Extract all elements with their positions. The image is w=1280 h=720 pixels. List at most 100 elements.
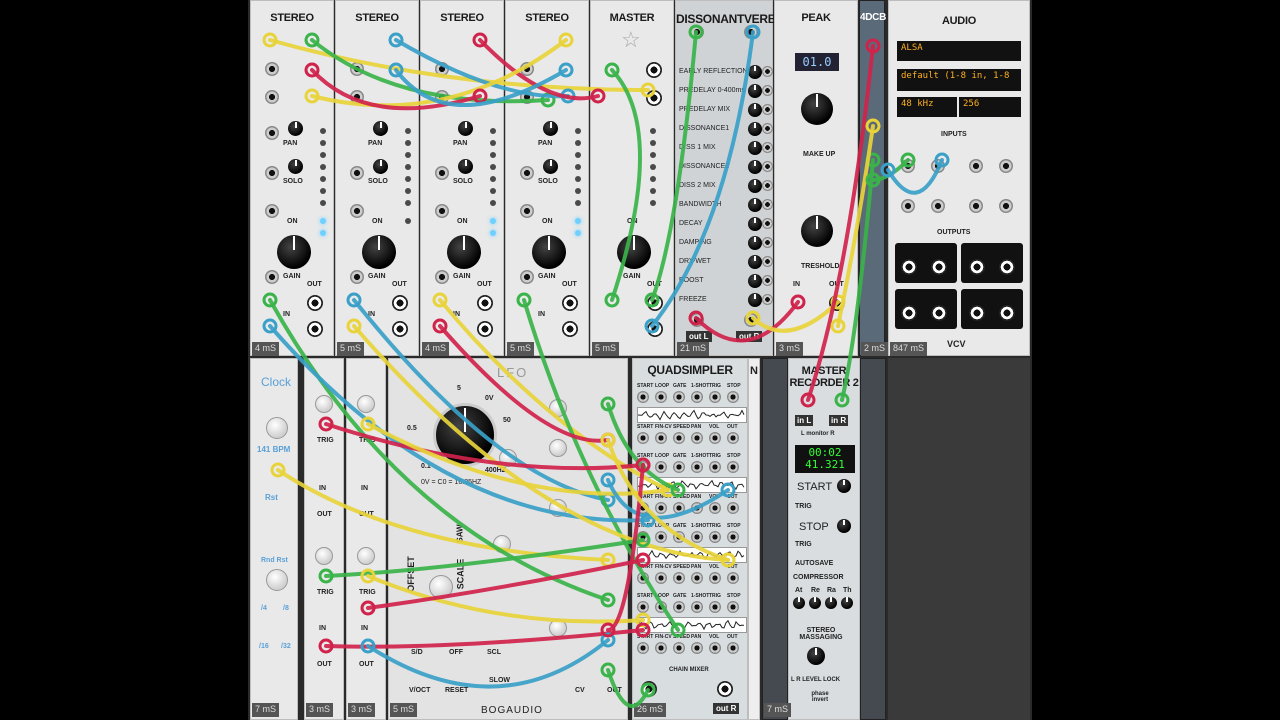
reverb-cv-jack[interactable] xyxy=(762,218,773,229)
slot-jack[interactable] xyxy=(673,601,685,613)
output-jack[interactable] xyxy=(562,295,578,311)
input-jack[interactable] xyxy=(350,204,364,218)
stop-button[interactable] xyxy=(837,519,851,533)
sample-rate-display[interactable]: 48 kHz xyxy=(897,97,957,117)
gain-knob[interactable] xyxy=(362,235,396,269)
output-jack[interactable] xyxy=(307,321,323,337)
slot-jack[interactable] xyxy=(727,432,739,444)
input-jack[interactable] xyxy=(999,199,1013,213)
device-display[interactable]: default (1-8 in, 1-8 xyxy=(897,69,1021,91)
reverb-cv-jack[interactable] xyxy=(762,275,773,286)
output-jack[interactable] xyxy=(646,62,662,78)
slot-jack[interactable] xyxy=(727,531,739,543)
output-jack[interactable] xyxy=(901,259,917,275)
input-jack[interactable] xyxy=(265,126,279,140)
slot-jack[interactable] xyxy=(691,461,703,473)
input-jack[interactable] xyxy=(520,204,534,218)
pan-knob[interactable] xyxy=(373,121,388,136)
slot-jack[interactable] xyxy=(673,391,685,403)
slot-jack[interactable] xyxy=(691,642,703,654)
slot-jack[interactable] xyxy=(691,502,703,514)
output-jack[interactable] xyxy=(969,259,985,275)
reverb-cv-jack[interactable] xyxy=(762,85,773,96)
output-jack[interactable] xyxy=(901,305,917,321)
reverb-param-knob[interactable] xyxy=(748,179,762,193)
out-r-jack[interactable] xyxy=(717,681,733,697)
cv-knob[interactable] xyxy=(549,399,567,417)
output-jack[interactable] xyxy=(931,305,947,321)
slot-jack[interactable] xyxy=(637,502,649,514)
slot-jack[interactable] xyxy=(673,531,685,543)
slot-jack[interactable] xyxy=(637,531,649,543)
slot-jack[interactable] xyxy=(673,502,685,514)
reverb-param-knob[interactable] xyxy=(748,65,762,79)
input-jack[interactable] xyxy=(520,62,534,76)
reverb-param-knob[interactable] xyxy=(748,198,762,212)
slot-jack[interactable] xyxy=(637,391,649,403)
cv-knob[interactable] xyxy=(549,619,567,637)
reverb-cv-jack[interactable] xyxy=(762,294,773,305)
slot-jack[interactable] xyxy=(655,391,667,403)
start-button[interactable] xyxy=(837,479,851,493)
slot-jack[interactable] xyxy=(691,601,703,613)
input-jack[interactable] xyxy=(520,270,534,284)
input-jack[interactable] xyxy=(435,270,449,284)
slot-jack[interactable] xyxy=(655,601,667,613)
slot-jack[interactable] xyxy=(655,531,667,543)
slot-jack[interactable] xyxy=(709,572,721,584)
input-jack[interactable] xyxy=(435,90,449,104)
pan-knob[interactable] xyxy=(458,121,473,136)
slot-jack[interactable] xyxy=(709,502,721,514)
gain-knob[interactable] xyxy=(532,235,566,269)
slot-jack[interactable] xyxy=(727,502,739,514)
slot-jack[interactable] xyxy=(727,461,739,473)
trig-button[interactable] xyxy=(357,547,375,565)
output-jack[interactable] xyxy=(646,90,662,106)
input-jack[interactable] xyxy=(520,90,534,104)
slot-jack[interactable] xyxy=(655,432,667,444)
reverb-cv-jack[interactable] xyxy=(762,123,773,134)
in-l-jack[interactable] xyxy=(690,25,704,39)
in-r-jack[interactable] xyxy=(744,25,758,39)
solo-button[interactable] xyxy=(373,159,388,174)
slot-jack[interactable] xyxy=(691,432,703,444)
input-jack[interactable] xyxy=(350,90,364,104)
reverb-cv-jack[interactable] xyxy=(762,161,773,172)
slot-jack[interactable] xyxy=(673,642,685,654)
trig-button[interactable] xyxy=(357,395,375,413)
frequency-knob[interactable] xyxy=(433,403,497,467)
driver-display[interactable]: ALSA xyxy=(897,41,1021,61)
input-jack[interactable] xyxy=(901,199,915,213)
slot-jack[interactable] xyxy=(637,432,649,444)
gain-knob[interactable] xyxy=(447,235,481,269)
input-jack[interactable] xyxy=(265,90,279,104)
input-jack[interactable] xyxy=(350,62,364,76)
slot-jack[interactable] xyxy=(727,642,739,654)
input-jack[interactable] xyxy=(435,166,449,180)
gain-knob[interactable] xyxy=(277,235,311,269)
input-jack[interactable] xyxy=(435,62,449,76)
out-l-jack[interactable] xyxy=(641,681,657,697)
output-jack[interactable] xyxy=(477,295,493,311)
slot-jack[interactable] xyxy=(637,461,649,473)
slot-jack[interactable] xyxy=(709,461,721,473)
reverb-param-knob[interactable] xyxy=(748,217,762,231)
reverb-param-knob[interactable] xyxy=(748,293,762,307)
slot-jack[interactable] xyxy=(691,531,703,543)
slot-jack[interactable] xyxy=(637,642,649,654)
slot-jack[interactable] xyxy=(673,572,685,584)
offset-knob[interactable] xyxy=(429,575,453,599)
output-jack[interactable] xyxy=(392,295,408,311)
reverb-cv-jack[interactable] xyxy=(762,256,773,267)
trig-button[interactable] xyxy=(315,395,333,413)
reverb-param-knob[interactable] xyxy=(748,122,762,136)
output-jack[interactable] xyxy=(829,295,845,311)
slot-jack[interactable] xyxy=(727,391,739,403)
release-knob[interactable] xyxy=(809,597,821,609)
solo-button[interactable] xyxy=(458,159,473,174)
reverb-param-knob[interactable] xyxy=(748,141,762,155)
out-r-jack[interactable] xyxy=(744,313,758,327)
width-knob[interactable] xyxy=(807,647,825,665)
slot-jack[interactable] xyxy=(673,432,685,444)
input-jack[interactable] xyxy=(265,166,279,180)
